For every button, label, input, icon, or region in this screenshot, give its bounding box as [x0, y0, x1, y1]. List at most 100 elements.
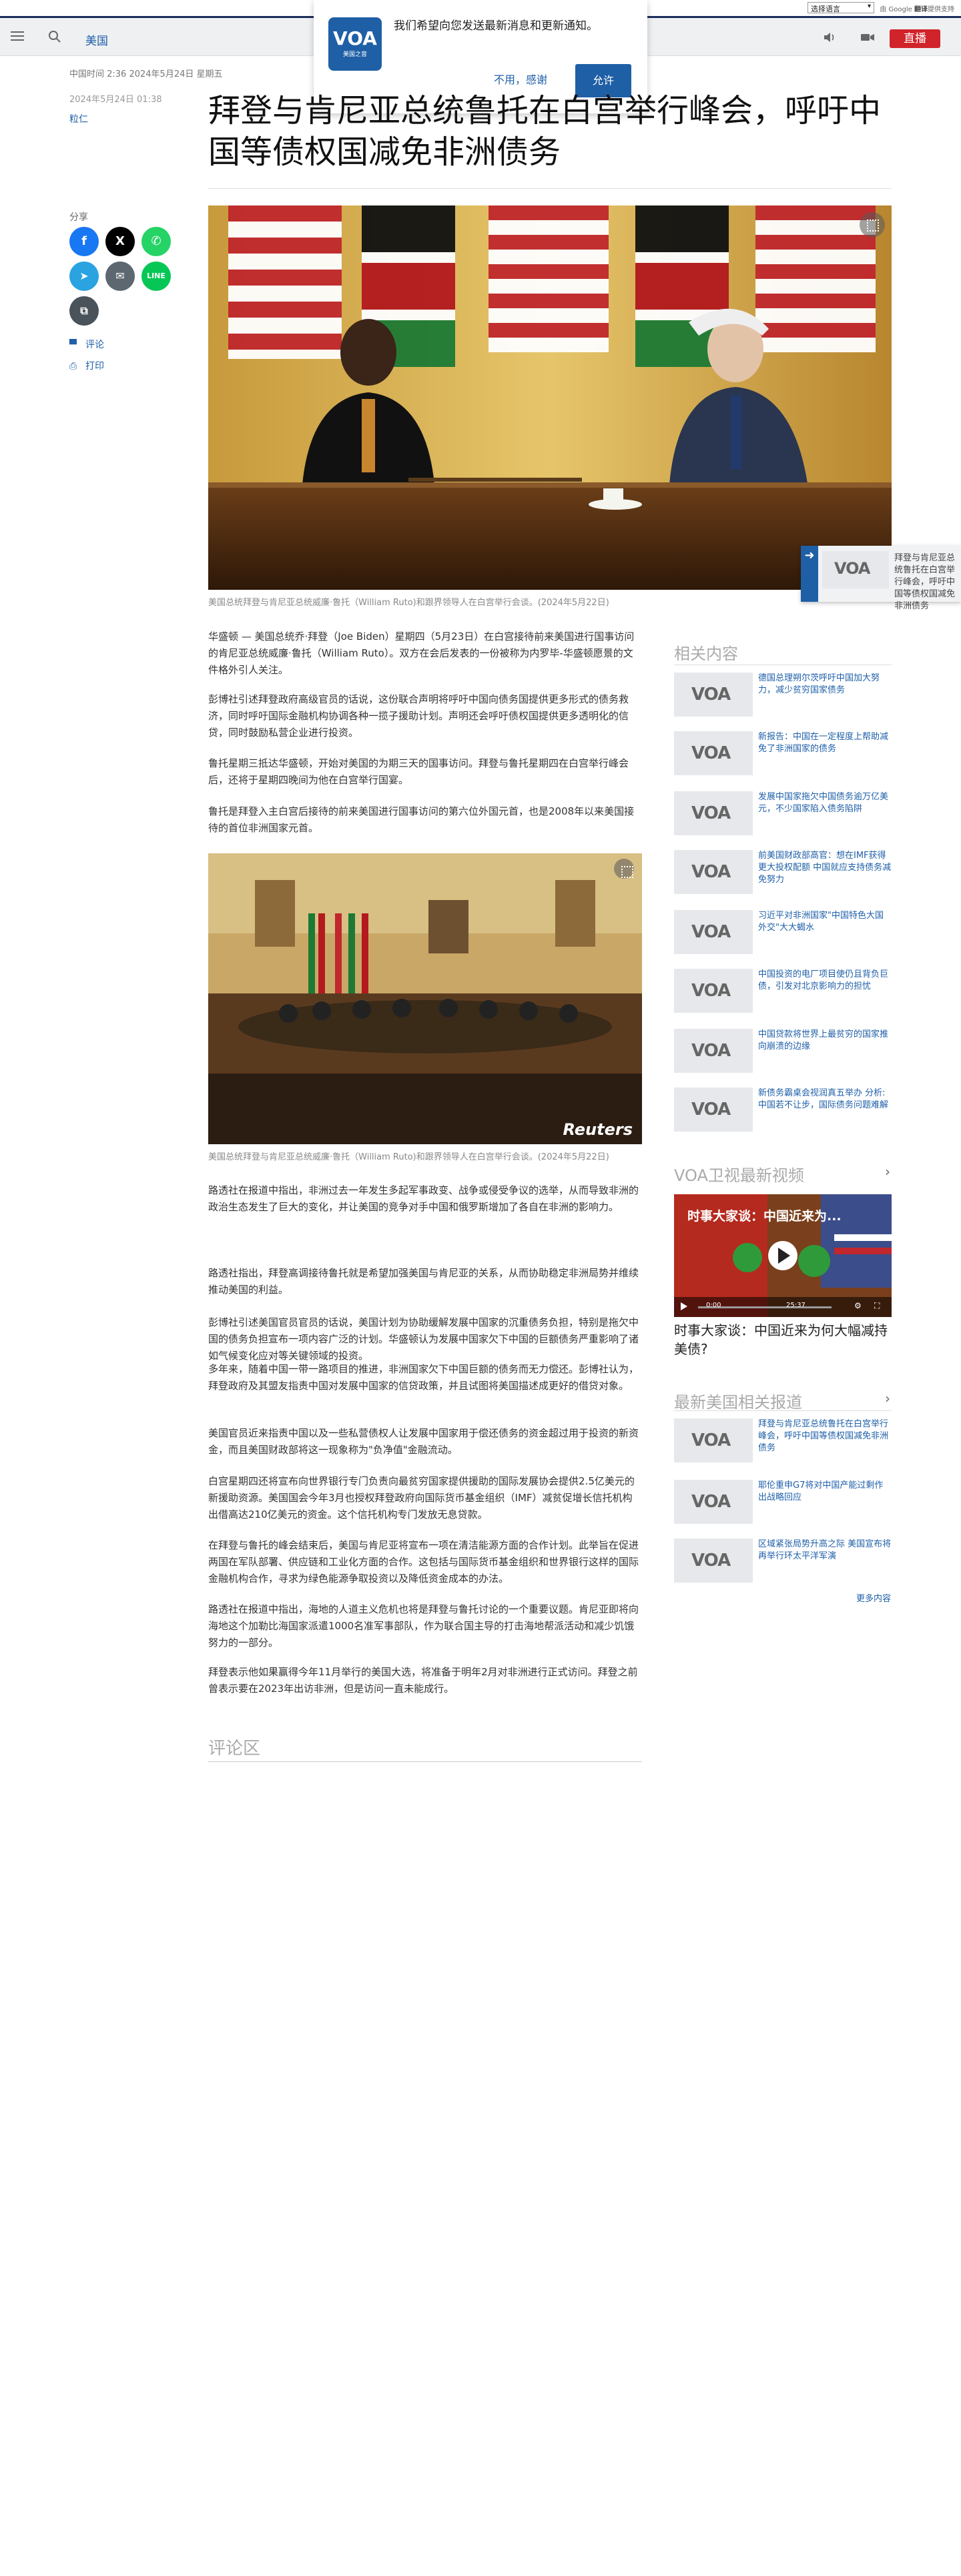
- voa-thumbnail: VOA: [674, 1539, 753, 1583]
- related-item-title: 习近平对非洲国家"中国特色大国外交"大大蝎水: [758, 911, 884, 933]
- article-paragraph: 多年来，随着中国一带一路项目的推进，非洲国家欠下中国巨额的债务而无力偿还。彭博社…: [208, 1363, 639, 1392]
- video-title-link[interactable]: 时事大家谈：中国近来为何大幅减持美债?: [674, 1321, 892, 1358]
- video-player[interactable]: 时事大家谈：中国近来为... 0:00 25:37 ⚙ ⛶: [674, 1194, 892, 1317]
- related-item[interactable]: VOA 中国投资的电厂项目使仍且背负巨债，引发对北京影响力的担忧: [674, 969, 892, 1015]
- related-item-title: 中国投资的电厂项目使仍且背负巨债，引发对北京影响力的担忧: [758, 969, 889, 991]
- article-paragraph: 美国官员近来指责中国以及一些私营债权人让发展中国家用于偿还债务的资金超过用于投资…: [208, 1427, 639, 1456]
- article-paragraph: 鲁托星期三抵达华盛顿，开始对美国的为期三天的国事访问。拜登与鲁托星期四在白宫举行…: [208, 757, 629, 786]
- latest-item[interactable]: VOA 耶伦重申G7将对中国产能过剩作出战略回应: [674, 1480, 892, 1527]
- related-item-title: 发展中国家拖欠中国债务逾万亿美元，不少国家陷入债务陷阱: [758, 792, 889, 814]
- voa-logo-icon: VOA: [691, 981, 731, 1001]
- video-overlay-title: 时事大家谈：中国近来为...: [687, 1209, 842, 1224]
- latest-item[interactable]: VOA 区域紧张局势升高之际 美国宣布将再举行环太平洋军演: [674, 1539, 892, 1585]
- related-item[interactable]: VOA 德国总理朔尔茨呼吁中国加大努力，减少贫穷国家债务: [674, 673, 892, 719]
- latest-item-title: 区域紧张局势升高之际 美国宣布将再举行环太平洋军演: [758, 1539, 892, 1561]
- article-paragraph: 彭博社引述拜登政府高级官员的话说，这份联合声明将呼吁中国向债务国提供更多形式的债…: [208, 693, 629, 739]
- video-icon[interactable]: [860, 30, 876, 45]
- photo-credit: Reuters: [563, 1120, 633, 1139]
- related-item[interactable]: VOA 新报告：中国在一定程度上帮助减免了非洲国家的债务: [674, 731, 892, 778]
- expand-photo-icon[interactable]: [860, 212, 885, 238]
- print-icon: ⎙: [69, 361, 77, 372]
- voa-logo-icon: VOA: [691, 803, 731, 823]
- related-item[interactable]: VOA 前美国财政部高官：想在IMF获得更大投权配额 中国就应支持债务减免努力: [674, 850, 892, 897]
- floating-card-title: 拜登与肯尼亚总统鲁托在白宫举行峰会，呼吁中国等债权国减免非洲债务: [894, 553, 956, 611]
- section-divider: [674, 1410, 892, 1411]
- line-share-icon[interactable]: LINE: [141, 262, 171, 291]
- translate-credit-brand[interactable]: 翻译: [914, 6, 928, 13]
- voa-thumbnail: VOA: [674, 673, 753, 717]
- arrow-right-icon: ➜: [801, 546, 818, 602]
- share-label: 分享: [69, 212, 88, 223]
- voa-thumbnail: VOA: [674, 1480, 753, 1524]
- voa-logo-icon: VOA: [691, 1100, 731, 1120]
- translate-credit-suffix: 提供支持: [928, 6, 954, 13]
- author-link[interactable]: 粒仁: [69, 112, 88, 125]
- article-paragraph: 路透社指出，拜登高调接待鲁托就是希望加强美国与肯尼亚的关系，从而协助稳定非洲局势…: [208, 1267, 639, 1296]
- video-heading-label: VOA卫视最新视频: [674, 1166, 804, 1185]
- translate-credit-prefix: 由 Google: [880, 6, 912, 13]
- title-divider: [208, 188, 892, 189]
- related-heading: 相关内容: [674, 645, 738, 663]
- photo-caption: 美国总统拜登与肯尼亚总统威廉·鲁托（William Ruto)和跟界领导人在白宫…: [208, 1152, 609, 1162]
- floating-related-card[interactable]: ➜ VOA 拜登与肯尼亚总统鲁托在白宫举行峰会，呼吁中国等债权国减免非洲债务: [801, 546, 961, 611]
- related-item[interactable]: VOA 中国贷款将世界上最贫穷的国家推向崩溃的边缘: [674, 1029, 892, 1076]
- hamburger-menu-icon[interactable]: [9, 29, 25, 45]
- voa-logo-icon: VOA: [691, 1041, 731, 1061]
- x-share-icon[interactable]: X: [105, 227, 135, 256]
- related-item-title: 德国总理朔尔茨呼吁中国加大努力，减少贫穷国家债务: [758, 673, 880, 695]
- voa-thumbnail: VOA: [674, 850, 753, 894]
- related-item[interactable]: VOA 习近平对非洲国家"中国特色大国外交"大大蝎水: [674, 910, 892, 957]
- inline-photo[interactable]: Reuters: [208, 853, 642, 1144]
- comments-divider: [208, 1761, 642, 1762]
- latest-heading-label: 最新美国相关报道: [674, 1393, 802, 1412]
- section-link[interactable]: 美国: [85, 31, 108, 48]
- article-paragraph: 华盛顿 — 美国总统乔·拜登（Joe Biden）星期四（5月23日）在白宫接待…: [208, 630, 635, 676]
- notification-message: 我们希望向您发送最新消息和更新通知。: [394, 19, 598, 33]
- voa-logo-icon: VOA: [691, 1492, 731, 1512]
- related-item-title: 前美国财政部高官：想在IMF获得更大投权配额 中国就应支持债务减免努力: [758, 851, 892, 885]
- article-paragraph: 彭博社引述美国官员官员的话说，美国计划为协助缓解发展中国家的沉重债务负担，特别是…: [208, 1316, 639, 1362]
- page-title: 拜登与肯尼亚总统鲁托在白宫举行峰会，呼吁中国等债权国减免非洲债务: [208, 92, 882, 171]
- telegram-share-icon[interactable]: ➤: [69, 262, 99, 291]
- voa-thumbnail: VOA: [674, 910, 753, 954]
- search-icon[interactable]: [48, 30, 61, 43]
- language-select[interactable]: 选择语言: [808, 2, 874, 13]
- chevron-right-icon: ›: [885, 1390, 890, 1406]
- latest-item[interactable]: VOA 拜登与肯尼亚总统鲁托在白宫举行峰会，呼吁中国等债权国减免非洲债务: [674, 1418, 892, 1465]
- chevron-right-icon: ›: [885, 1164, 890, 1180]
- main-photo[interactable]: [208, 205, 892, 590]
- voa-logo-icon: VOA: [691, 685, 731, 705]
- publish-date: 2024年5月24日 01:38: [69, 95, 162, 105]
- settings-icon[interactable]: ⚙: [854, 1301, 862, 1310]
- email-share-icon[interactable]: ✉: [105, 262, 135, 291]
- latest-item-title: 拜登与肯尼亚总统鲁托在白宫举行峰会，呼吁中国等债权国减免非洲债务: [758, 1419, 889, 1453]
- decline-button[interactable]: 不用，感谢: [494, 71, 547, 87]
- voa-thumbnail: VOA: [674, 1088, 753, 1132]
- expand-photo-icon[interactable]: [614, 859, 634, 879]
- dateline: 中国时间 2:36 2024年5月24日 星期五: [69, 69, 223, 79]
- copy-link-icon[interactable]: ⧉: [69, 296, 99, 326]
- video-total-time: 25:37: [786, 1302, 806, 1309]
- comment-link[interactable]: ▀ 评论: [69, 338, 104, 351]
- facebook-share-icon[interactable]: f: [69, 227, 99, 256]
- fullscreen-icon[interactable]: ⛶: [874, 1301, 880, 1311]
- related-item[interactable]: VOA 新债务霸桌会视润真五举办 分析: 中国若不让步，国际债务问题难解: [674, 1088, 892, 1134]
- voa-logo-icon: VOA: [691, 1551, 731, 1571]
- voa-logo: VOA 美国之音: [328, 17, 382, 71]
- translate-credit: 由 Google 翻译提供支持: [880, 3, 954, 13]
- more-content-link[interactable]: 更多内容: [856, 1591, 891, 1604]
- video-heading[interactable]: VOA卫视最新视频 ›: [674, 1162, 890, 1186]
- voa-logo-icon: VOA: [691, 743, 731, 763]
- print-link[interactable]: ⎙ 打印: [69, 359, 104, 372]
- related-item[interactable]: VOA 发展中国家拖欠中国债务逾万亿美元，不少国家陷入债务陷阱: [674, 791, 892, 838]
- live-button[interactable]: 直播: [890, 29, 940, 48]
- comments-heading: 评论区: [208, 1739, 261, 1759]
- audio-icon[interactable]: [822, 30, 837, 45]
- print-link-label: 打印: [85, 361, 104, 372]
- voa-thumbnail: VOA: [674, 791, 753, 835]
- voa-logo-icon: VOA: [691, 1430, 731, 1450]
- article-paragraph: 拜登表示他如果赢得今年11月举行的美国大选，将准备于明年2月对非洲进行正式访问。…: [208, 1666, 638, 1695]
- voa-thumbnail: VOA: [822, 551, 889, 588]
- whatsapp-share-icon[interactable]: ✆: [141, 227, 171, 256]
- latest-heading[interactable]: 最新美国相关报道 ›: [674, 1389, 890, 1412]
